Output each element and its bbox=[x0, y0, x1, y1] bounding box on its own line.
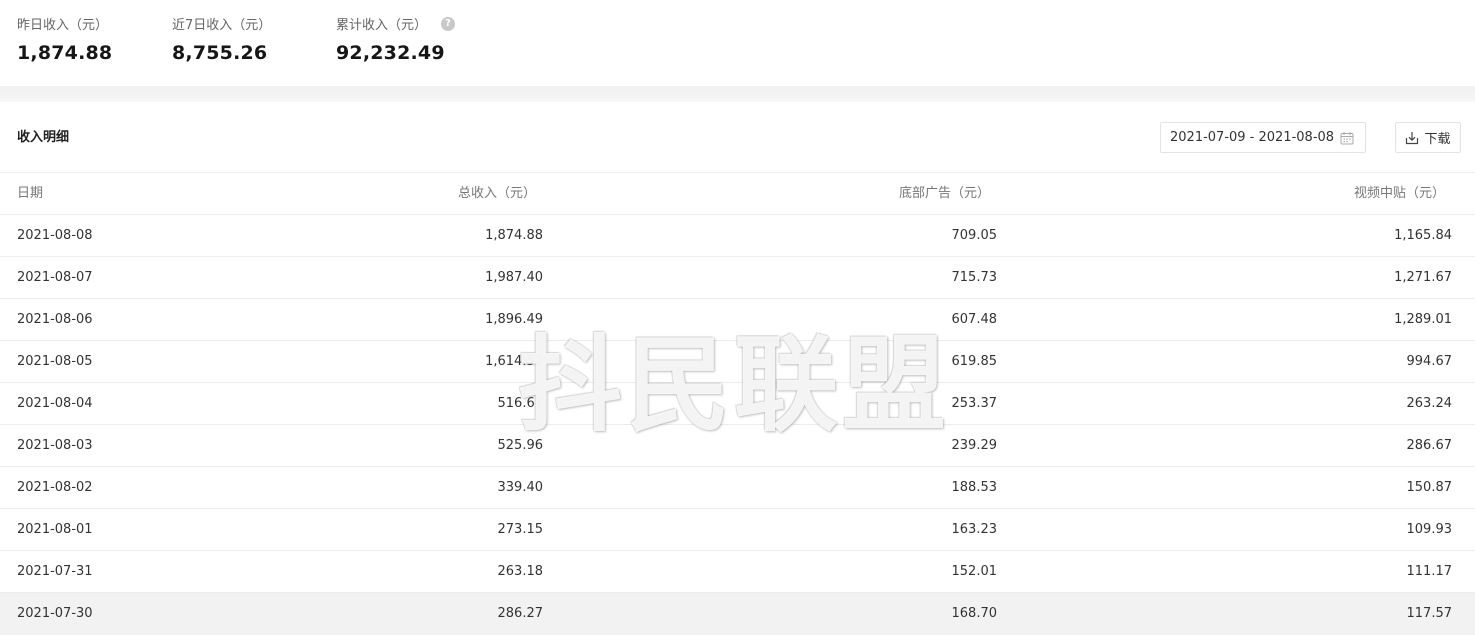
cell-date: 2021-08-03 bbox=[17, 438, 93, 453]
cell-video-ad: 263.24 bbox=[1406, 396, 1453, 411]
calendar-icon bbox=[1340, 131, 1354, 149]
cell-video-ad: 109.93 bbox=[1406, 522, 1453, 537]
stat-yesterday: 昨日收入（元） 1,874.88 bbox=[17, 14, 112, 64]
table-row[interactable]: 2021-08-04 516.61 253.37 263.24 bbox=[0, 382, 1475, 424]
stat-yesterday-label: 昨日收入（元） bbox=[17, 18, 109, 33]
table-row[interactable]: 2021-08-01 273.15 163.23 109.93 bbox=[0, 508, 1475, 550]
cell-video-ad: 111.17 bbox=[1406, 564, 1453, 579]
cell-video-ad: 1,289.01 bbox=[1394, 312, 1452, 327]
table-row[interactable]: 2021-07-31 263.18 152.01 111.17 bbox=[0, 550, 1475, 592]
cell-bottom-ad: 607.48 bbox=[951, 312, 998, 327]
cell-total: 1,614.52 bbox=[485, 354, 543, 369]
stat-last7days-value: 8,755.26 bbox=[172, 42, 268, 64]
stat-last7days-label: 近7日收入（元） bbox=[172, 18, 272, 33]
cell-total: 1,987.40 bbox=[485, 270, 543, 285]
table-row[interactable]: 2021-08-06 1,896.49 607.48 1,289.01 bbox=[0, 298, 1475, 340]
stat-total-label: 累计收入（元） bbox=[336, 18, 428, 33]
column-header-bottom-ad: 底部广告（元） bbox=[898, 186, 990, 201]
cell-bottom-ad: 152.01 bbox=[951, 564, 998, 579]
download-label: 下载 bbox=[1424, 132, 1451, 147]
column-header-date: 日期 bbox=[17, 186, 44, 201]
income-table: 日期 总收入（元） 底部广告（元） 视频中贴（元） 2021-08-08 1,8… bbox=[0, 172, 1475, 634]
table-row[interactable]: 2021-08-08 1,874.88 709.05 1,165.84 bbox=[0, 214, 1475, 256]
cell-video-ad: 1,165.84 bbox=[1394, 228, 1452, 243]
cell-date: 2021-08-04 bbox=[17, 396, 93, 411]
download-icon bbox=[1406, 131, 1419, 144]
income-detail-panel: 收入明细 2021-07-09 - 2021-08-08 下载 日期 总收入（元… bbox=[0, 102, 1475, 634]
cell-total: 263.18 bbox=[497, 564, 544, 579]
cell-date: 2021-07-31 bbox=[17, 564, 93, 579]
cell-video-ad: 286.67 bbox=[1406, 438, 1453, 453]
cell-video-ad: 117.57 bbox=[1406, 606, 1453, 621]
cell-bottom-ad: 619.85 bbox=[951, 354, 998, 369]
table-row[interactable]: 2021-08-07 1,987.40 715.73 1,271.67 bbox=[0, 256, 1475, 298]
cell-bottom-ad: 253.37 bbox=[951, 396, 998, 411]
date-range-value: 2021-07-09 - 2021-08-08 bbox=[1170, 130, 1335, 145]
stat-total: 累计收入（元） ? 92,232.49 bbox=[336, 14, 456, 64]
cell-total: 339.40 bbox=[497, 480, 544, 495]
table-header: 日期 总收入（元） 底部广告（元） 视频中贴（元） bbox=[0, 172, 1475, 214]
cell-date: 2021-08-01 bbox=[17, 522, 93, 537]
cell-total: 516.61 bbox=[497, 396, 544, 411]
table-row[interactable]: 2021-08-03 525.96 239.29 286.67 bbox=[0, 424, 1475, 466]
cell-date: 2021-08-05 bbox=[17, 354, 93, 369]
cell-date: 2021-08-08 bbox=[17, 228, 93, 243]
cell-total: 1,874.88 bbox=[485, 228, 543, 243]
cell-date: 2021-08-07 bbox=[17, 270, 93, 285]
cell-date: 2021-08-02 bbox=[17, 480, 93, 495]
section-divider bbox=[0, 86, 1475, 102]
panel-title: 收入明细 bbox=[17, 130, 70, 145]
table-row[interactable]: 2021-08-05 1,614.52 619.85 994.67 bbox=[0, 340, 1475, 382]
column-header-video-ad: 视频中贴（元） bbox=[1353, 186, 1445, 201]
stat-last7days: 近7日收入（元） 8,755.26 bbox=[172, 14, 271, 64]
cell-total: 286.27 bbox=[497, 606, 544, 621]
cell-total: 525.96 bbox=[497, 438, 544, 453]
stat-total-value: 92,232.49 bbox=[336, 42, 445, 64]
cell-date: 2021-07-30 bbox=[17, 606, 93, 621]
stat-yesterday-value: 1,874.88 bbox=[17, 42, 113, 64]
download-button[interactable]: 下载 bbox=[1395, 122, 1461, 153]
cell-total: 1,896.49 bbox=[485, 312, 543, 327]
table-row[interactable]: 2021-08-02 339.40 188.53 150.87 bbox=[0, 466, 1475, 508]
table-row[interactable]: 2021-07-30 286.27 168.70 117.57 bbox=[0, 592, 1475, 634]
cell-video-ad: 994.67 bbox=[1406, 354, 1453, 369]
cell-bottom-ad: 163.23 bbox=[951, 522, 998, 537]
question-circle-icon[interactable]: ? bbox=[441, 16, 456, 31]
cell-total: 273.15 bbox=[497, 522, 544, 537]
column-header-total: 总收入（元） bbox=[457, 186, 536, 201]
cell-bottom-ad: 709.05 bbox=[951, 228, 998, 243]
cell-bottom-ad: 188.53 bbox=[951, 480, 998, 495]
cell-video-ad: 1,271.67 bbox=[1394, 270, 1452, 285]
cell-date: 2021-08-06 bbox=[17, 312, 93, 327]
date-range-picker[interactable]: 2021-07-09 - 2021-08-08 bbox=[1160, 122, 1366, 153]
stat-total-label-row: 累计收入（元） ? bbox=[336, 14, 456, 33]
cell-bottom-ad: 715.73 bbox=[951, 270, 998, 285]
summary-bar: 昨日收入（元） 1,874.88 近7日收入（元） 8,755.26 累计收入（… bbox=[0, 0, 1475, 86]
cell-bottom-ad: 239.29 bbox=[951, 438, 998, 453]
cell-bottom-ad: 168.70 bbox=[951, 606, 998, 621]
cell-video-ad: 150.87 bbox=[1406, 480, 1453, 495]
